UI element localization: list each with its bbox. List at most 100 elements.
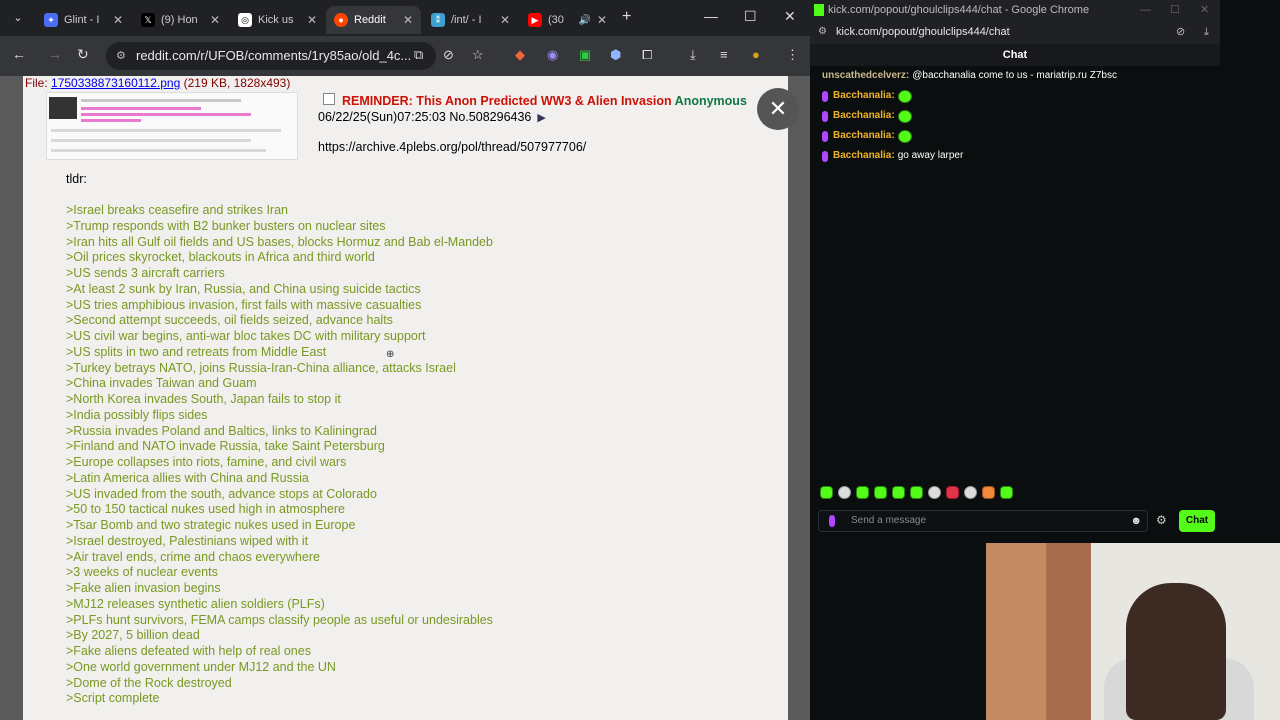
emote-icon[interactable] (874, 486, 887, 499)
tab-bar: ⌄ ✦ Glint - I ✕ 𝕏 (9) Hon ✕ ◎ Kick us ✕ … (0, 0, 810, 36)
greentext-line: >US tries amphibious invasion, first fai… (66, 297, 422, 312)
close-tab-icon[interactable]: ✕ (113, 13, 123, 27)
close-tab-icon[interactable]: ✕ (210, 13, 220, 27)
greentext-line: >US sends 3 aircraft carriers (66, 266, 225, 280)
emote-icon (897, 89, 912, 103)
chat-username[interactable]: Bacchanalia: (833, 146, 895, 166)
profile-avatar-icon[interactable]: ● (752, 47, 760, 62)
media-controls-icon[interactable]: ≡ (720, 47, 728, 62)
extension-grid-icon[interactable]: ▣ (579, 47, 591, 63)
extensions-puzzle-icon[interactable]: ⧠ (642, 47, 652, 63)
eye-off-icon[interactable]: ⊘ (443, 47, 454, 63)
greentext-line: >Finland and NATO invade Russia, take Sa… (66, 439, 385, 454)
archive-link[interactable]: https://archive.4plebs.org/pol/thread/50… (318, 140, 586, 154)
emote-icon[interactable] (928, 486, 941, 499)
x-icon: 𝕏 (141, 13, 155, 27)
popup-maximize-icon[interactable]: ☐ (1170, 0, 1180, 20)
speaker-icon[interactable]: 🔊 (578, 15, 590, 26)
extension-shield-icon[interactable]: ⬢ (610, 47, 621, 63)
main-browser-window: ⌄ ✦ Glint - I ✕ 𝕏 (9) Hon ✕ ◎ Kick us ✕ … (0, 0, 810, 720)
greentext-line: >Israel destroyed, Palestinians wiped wi… (66, 533, 309, 548)
file-info: File: 1750338873160112.png (219 KB, 1828… (25, 76, 290, 90)
post-image-card: File: 1750338873160112.png (219 KB, 1828… (23, 76, 788, 720)
greentext-line: >Second attempt succeeds, oil fields sei… (66, 313, 393, 328)
download-icon[interactable]: ⤓ (690, 47, 696, 63)
emoji-picker-icon[interactable]: ☻ (1130, 511, 1142, 531)
extension-fox-icon[interactable]: ◆ (515, 47, 525, 63)
chat-input[interactable]: Send a message ☻ (818, 510, 1148, 532)
chat-username[interactable]: Bacchanalia: (833, 126, 895, 146)
file-meta: (219 KB, 1828x493) (180, 76, 291, 90)
maximize-icon[interactable]: ☐ (744, 8, 757, 25)
download-icon[interactable]: ⤓ (1204, 20, 1209, 44)
greentext-line: >3 weeks of nuclear events (66, 565, 218, 580)
emote-icon[interactable] (964, 486, 977, 499)
post-thumbnail[interactable] (46, 92, 298, 160)
close-tab-icon[interactable]: ✕ (403, 13, 413, 27)
post-menu-arrow-icon[interactable]: ▶ (537, 112, 545, 124)
emote-icon[interactable] (892, 486, 905, 499)
close-image-button[interactable]: ✕ (757, 88, 799, 130)
tab-search-icon[interactable]: ⌄ (8, 8, 28, 28)
close-tab-icon[interactable]: ✕ (597, 13, 607, 27)
minimize-icon[interactable]: — (704, 8, 718, 24)
tab-kick[interactable]: ◎ Kick us ✕ (230, 6, 325, 34)
greentext-line: >Turkey betrays NATO, joins Russia-Iran-… (66, 360, 456, 375)
tab-youtube[interactable]: ▶ (30 🔊 ✕ (520, 6, 615, 34)
tab-reddit[interactable]: ● Reddit ✕ (326, 6, 421, 34)
close-tab-icon[interactable]: ✕ (307, 13, 317, 27)
extension-ghost-icon[interactable]: ◉ (547, 47, 558, 63)
chat-settings-icon[interactable]: ⚙ (1156, 513, 1167, 527)
popup-close-icon[interactable]: ✕ (1200, 0, 1209, 20)
emote-icon (897, 129, 912, 143)
tab-glint[interactable]: ✦ Glint - I ✕ (36, 6, 131, 34)
address-bar[interactable]: ⚙ reddit.com/r/UFOB/comments/1ry85ao/old… (106, 42, 436, 70)
greentext-line: >Russia invades Poland and Baltics, link… (66, 423, 377, 438)
emote-icon[interactable] (910, 486, 923, 499)
chat-username[interactable]: Bacchanalia: (833, 86, 895, 106)
reload-icon[interactable]: ↻ (77, 46, 89, 63)
tab-label: (9) Hon (161, 14, 198, 26)
site-info-icon[interactable]: ⚙ (116, 42, 126, 70)
eye-off-icon[interactable]: ⊘ (1176, 20, 1185, 44)
popup-url: kick.com/popout/ghoulclips444/chat (836, 26, 1010, 38)
emote-icon[interactable] (820, 486, 833, 499)
bookmark-star-icon[interactable]: ☆ (472, 47, 484, 63)
post-dateline: 06/22/25(Sun)07:25:03 No.508296436 ▶ (318, 110, 546, 124)
greentext-line: >North Korea invades South, Japan fails … (66, 392, 341, 406)
post-checkbox[interactable] (323, 93, 335, 105)
emote-icon[interactable] (982, 486, 995, 499)
mic-badge-icon (822, 130, 828, 142)
chat-message: Bacchanalia: go away larper (810, 146, 1220, 166)
tab-label: Reddit (354, 14, 386, 26)
chat-message-list: unscathedcelverz: @bacchanalia come to u… (810, 66, 1220, 166)
new-tab-icon[interactable]: + (622, 8, 631, 26)
tab-4chan[interactable]: ⁑ /int/ - I ✕ (423, 6, 518, 34)
site-info-icon[interactable]: ⚙ (818, 20, 827, 44)
emote-icon[interactable] (946, 486, 959, 499)
emote-icon[interactable] (856, 486, 869, 499)
popup-minimize-icon[interactable]: — (1140, 0, 1151, 20)
send-chat-button[interactable]: Chat (1179, 510, 1215, 532)
close-window-icon[interactable]: ✕ (784, 8, 796, 25)
glint-icon: ✦ (44, 13, 58, 27)
chat-username[interactable]: Bacchanalia: (833, 106, 895, 126)
tab-x[interactable]: 𝕏 (9) Hon ✕ (133, 6, 228, 34)
mic-badge-icon (822, 110, 828, 122)
emote-icon[interactable] (1000, 486, 1013, 499)
chat-username[interactable]: unscathedcelverz: (822, 66, 909, 86)
install-app-icon[interactable]: ⧉ (414, 47, 423, 63)
greentext-line: >PLFs hunt survivors, FEMA camps classif… (66, 612, 493, 627)
user-badge-icon (829, 515, 835, 527)
emote-icon (897, 109, 912, 123)
emote-icon[interactable] (838, 486, 851, 499)
file-link[interactable]: 1750338873160112.png (51, 76, 180, 90)
browser-toolbar: ← → ↻ ⚙ reddit.com/r/UFOB/comments/1ry85… (0, 36, 810, 76)
webcam-background-door-shade (1046, 543, 1091, 720)
back-icon[interactable]: ← (12, 46, 26, 62)
forward-icon[interactable]: → (48, 46, 62, 62)
close-tab-icon[interactable]: ✕ (500, 13, 510, 27)
greentext-line: >MJ12 releases synthetic alien soldiers … (66, 596, 325, 611)
zoom-cursor-icon: ⊕ (386, 349, 395, 360)
menu-dots-icon[interactable]: ⋮ (786, 47, 799, 63)
